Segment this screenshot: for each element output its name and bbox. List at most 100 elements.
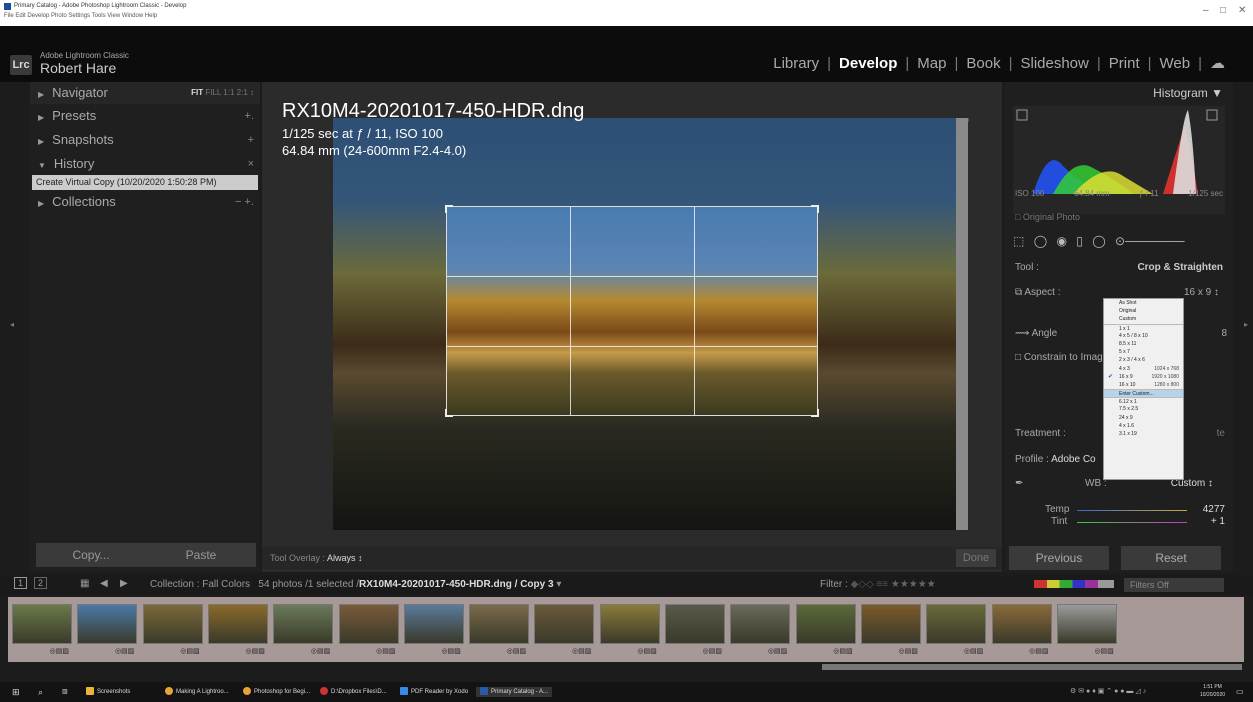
filmstrip-scrollbar[interactable] (822, 664, 1242, 670)
filmstrip-thumbnail[interactable]: ◎▤▨ (338, 604, 399, 655)
histogram-header[interactable]: Histogram ▼ (1153, 86, 1223, 100)
aspect-option[interactable]: 8.5 x 11 (1104, 340, 1183, 348)
maximize-button[interactable]: □ (1220, 5, 1226, 16)
filmstrip-thumbnail[interactable]: ◎▤▨ (665, 604, 725, 655)
filmstrip-thumbnail[interactable]: ◎▤▨ (273, 604, 334, 655)
aspect-dropdown-menu[interactable]: As Shot Original Custom 1 x 14 x 5 / 8 x 10… (1103, 298, 1184, 480)
filmstrip-thumbnail[interactable]: ◎▤▨ (926, 604, 987, 655)
start-icon[interactable]: ⊞ (12, 687, 20, 697)
aspect-option[interactable]: 3.1 x 19 (1104, 430, 1183, 438)
paste-button[interactable]: Paste (146, 543, 256, 567)
aspect-option[interactable]: 4 x 1.6 (1104, 422, 1183, 430)
filmstrip-breadcrumb[interactable]: Collection : Fall Colors 54 photos /1 se… (150, 579, 561, 590)
task-view-icon[interactable]: ▥ (62, 687, 68, 697)
aspect-option[interactable]: 4 x 3 1024 x 768 (1104, 365, 1183, 373)
filmstrip-thumbnail[interactable]: ◎▤▨ (142, 604, 203, 655)
right-panel-toggle-icon[interactable]: ▸ (1244, 320, 1248, 329)
aspect-option[interactable]: 1 x 1 (1104, 323, 1183, 332)
filmstrip-thumbnail[interactable]: ◎▤▨ (730, 604, 791, 655)
presets-header[interactable]: ▶ Presets +. (30, 105, 260, 127)
module-develop[interactable]: Develop (831, 55, 905, 72)
original-photo-checkbox[interactable]: □ Original Photo (1015, 212, 1080, 222)
navigator-header[interactable]: ▶ Navigator FIT FILL 1:1 2:1 ↕ (30, 82, 260, 104)
module-map[interactable]: Map (909, 55, 954, 72)
crop-tool-icon[interactable]: ⬚ (1013, 234, 1024, 248)
angle-value[interactable]: 8 (1221, 328, 1227, 339)
star-filter[interactable]: ★★★★★ (891, 579, 936, 590)
crop-handle-top-right[interactable] (811, 205, 819, 213)
snapshots-header[interactable]: ▶ Snapshots + (30, 129, 260, 151)
search-icon[interactable]: ⌕ (38, 687, 43, 697)
treatment-value[interactable]: te (1217, 428, 1225, 439)
notifications-icon[interactable]: ▭ (1236, 687, 1244, 697)
aspect-option[interactable]: 4 x 5 / 8 x 10 (1104, 332, 1183, 340)
grid-view-icon[interactable]: ▦ (80, 578, 89, 589)
add-snapshot-icon[interactable]: + (248, 129, 254, 151)
straighten-tool-icon[interactable]: ⟿ (1015, 328, 1032, 339)
aspect-option[interactable]: 2 x 3 / 4 x 6 (1104, 356, 1183, 364)
minimize-button[interactable]: – (1203, 5, 1209, 16)
module-book[interactable]: Book (958, 55, 1008, 72)
aspect-option[interactable]: 16 x 10 1280 x 800 (1104, 381, 1183, 389)
aspect-option[interactable]: 7.5 x 2.5 (1104, 405, 1183, 413)
history-header[interactable]: ▼ History × (30, 153, 260, 175)
module-slideshow[interactable]: Slideshow (1012, 55, 1096, 72)
filmstrip-thumbnail[interactable]: ◎▤▨ (991, 604, 1052, 655)
filmstrip-thumbnail[interactable]: ◎▤▨ (469, 604, 530, 655)
collections-header[interactable]: ▶ Collections − +. (30, 191, 260, 213)
aspect-option[interactable]: As Shot (1104, 299, 1183, 307)
aspect-option[interactable]: ✔ 16 x 9 1920 x 1080 (1104, 373, 1183, 381)
crop-overlay[interactable] (445, 205, 819, 417)
temp-value[interactable]: 4277 (1203, 504, 1225, 515)
clock[interactable]: 1:51 PM 10/20/2020 (1200, 683, 1225, 698)
filmstrip-thumbnail[interactable]: ◎▤▨ (403, 604, 464, 655)
taskbar-item-chrome-2[interactable]: Photoshop for Begi... (243, 687, 310, 697)
graduated-filter-icon[interactable]: ▯ (1076, 234, 1083, 248)
system-tray-icons[interactable]: ⚙ ✉ ● ♦ ▣ ⌃ ● ● ▬ ◿ ♪ (1070, 687, 1146, 697)
previous-button[interactable]: Previous (1009, 546, 1109, 570)
taskbar-item-explorer[interactable]: D:\Dropbox Files\D... (320, 687, 387, 697)
aspect-option[interactable]: Enter Custom... (1104, 389, 1183, 398)
profile-select[interactable]: Adobe Co (1051, 454, 1095, 465)
aspect-option[interactable]: Original (1104, 307, 1183, 315)
color-label-filter[interactable] (1034, 580, 1114, 588)
temp-slider[interactable] (1077, 510, 1187, 511)
history-item[interactable]: Create Virtual Copy (10/20/2020 1:50:28 … (32, 175, 258, 190)
done-button[interactable]: Done (956, 549, 996, 567)
module-web[interactable]: Web (1152, 55, 1199, 72)
aspect-select[interactable]: 16 x 9 ↕ (1184, 287, 1219, 298)
filmstrip-thumbnail[interactable]: ◎▤▨ (12, 604, 72, 655)
copy-button[interactable]: Copy... (36, 543, 146, 567)
constrain-to-image-checkbox[interactable]: □ Constrain to Image (1015, 352, 1108, 363)
filmstrip-thumbnail[interactable]: ◎▤▨ (77, 604, 138, 655)
redeye-icon[interactable]: ◉ (1056, 234, 1066, 248)
back-arrow-icon[interactable]: ◀ (100, 578, 108, 589)
module-print[interactable]: Print (1101, 55, 1148, 72)
clear-history-icon[interactable]: × (248, 153, 254, 175)
tint-value[interactable]: + 1 (1211, 516, 1225, 527)
left-panel-toggle-icon[interactable]: ◂ (10, 320, 14, 329)
navigator-zoom-options[interactable]: FIT FILL 1:1 2:1 ↕ (191, 82, 254, 104)
aspect-option[interactable]: 5 x 7 (1104, 348, 1183, 356)
filmstrip-thumbnail[interactable]: ◎▤▨ (795, 604, 856, 655)
filmstrip-thumbnail[interactable]: ◎▤▨ (1056, 604, 1117, 655)
radial-filter-icon[interactable]: ◯ (1092, 234, 1105, 248)
filmstrip-thumbnail[interactable]: ◎▤▨ (599, 604, 660, 655)
crop-handle-top-left[interactable] (445, 205, 453, 213)
filters-off-select[interactable]: Filters Off (1124, 578, 1224, 592)
main-window-icon[interactable]: 1 (14, 577, 28, 589)
tint-slider[interactable] (1077, 522, 1187, 523)
eyedropper-icon[interactable]: ✒ (1015, 478, 1023, 489)
spot-removal-icon[interactable]: ◯ (1034, 234, 1047, 248)
reset-button[interactable]: Reset (1121, 546, 1221, 570)
crop-handle-bottom-right[interactable] (811, 409, 819, 417)
aspect-lock-icon[interactable]: ⧉ (1015, 287, 1024, 298)
close-button[interactable]: ✕ (1238, 5, 1246, 16)
taskbar-item-pdf-reader[interactable]: PDF Reader by Xodo (400, 687, 468, 697)
crop-handle-bottom-left[interactable] (445, 409, 453, 417)
second-window-icon[interactable]: 2 (34, 577, 48, 589)
taskbar-item-lightroom[interactable]: Primary Catalog - A... (476, 687, 553, 697)
cloud-icon[interactable]: ☁ (1202, 54, 1233, 72)
aspect-option[interactable]: 24 x 9 (1104, 414, 1183, 422)
filmstrip-thumbnail[interactable]: ◎▤▨ (207, 604, 268, 655)
